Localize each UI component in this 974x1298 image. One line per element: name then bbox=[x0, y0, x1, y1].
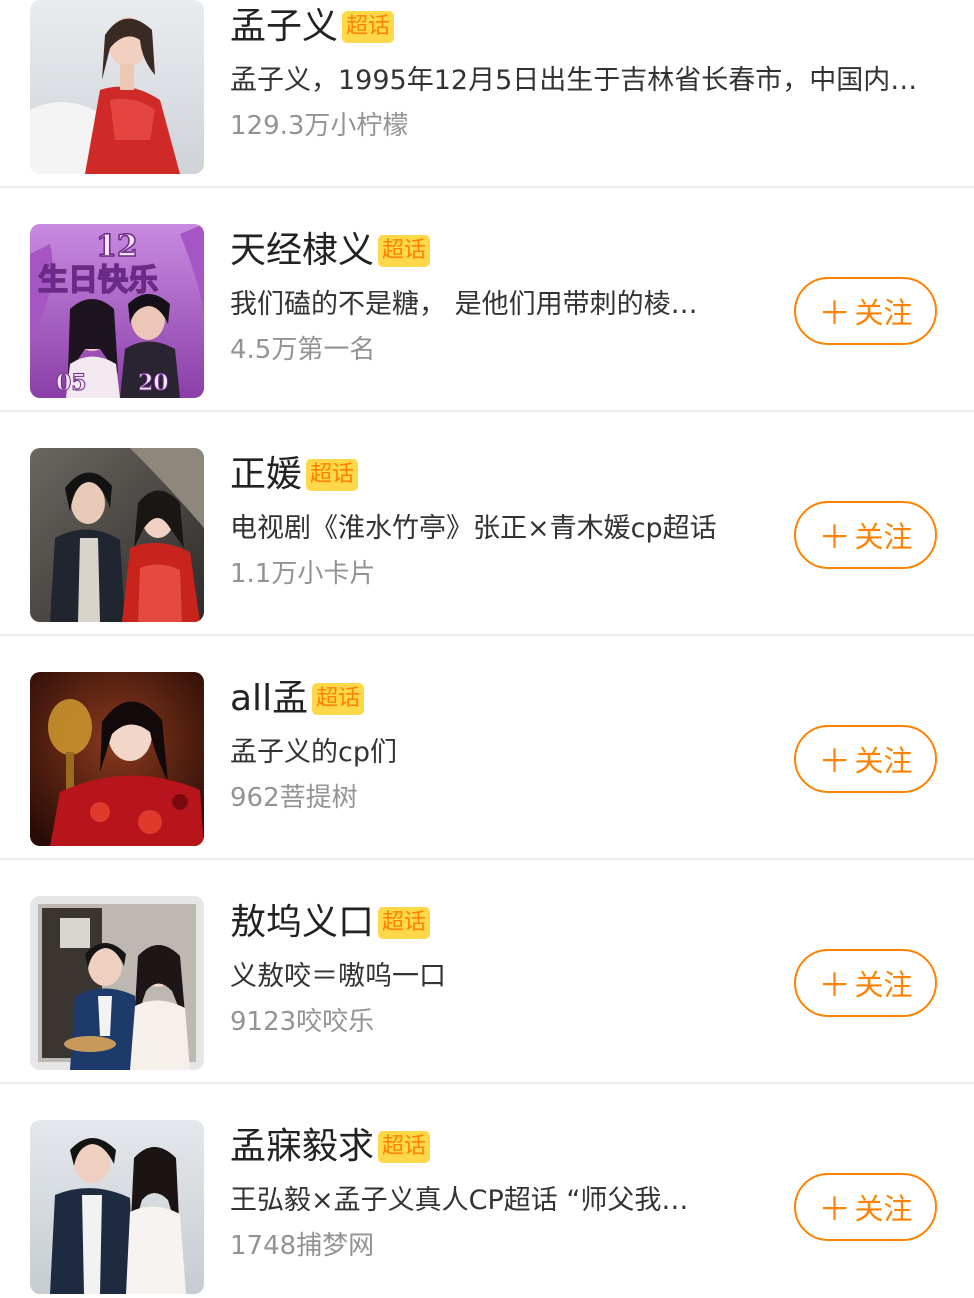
topic-thumbnail[interactable] bbox=[30, 672, 204, 846]
follow-label: 关注 bbox=[854, 296, 913, 330]
list-item[interactable]: 正媛 超话 电视剧《淮水竹亭》张正×青木媛cp超话 1.1万小卡片 ＋ 关注 bbox=[0, 412, 974, 636]
topic-description: 义敖咬＝嗷呜一口 bbox=[230, 961, 446, 992]
portrait-red-dress-image bbox=[30, 0, 204, 174]
topic-thumbnail[interactable] bbox=[30, 448, 204, 622]
topic-follower-count: 4.5万第一名 bbox=[230, 335, 376, 365]
list-item[interactable]: 敖坞义口 超话 义敖咬＝嗷呜一口 9123咬咬乐 ＋ 关注 bbox=[0, 860, 974, 1084]
topic-follower-count: 1748捕梦网 bbox=[230, 1231, 375, 1261]
topic-description: 电视剧《淮水竹亭》张正×青木媛cp超话 bbox=[230, 513, 717, 544]
topic-thumbnail[interactable] bbox=[30, 896, 204, 1070]
topic-description: 王弘毅×孟子义真人CP超话 “师父我… bbox=[230, 1185, 689, 1216]
follow-button[interactable]: ＋ 关注 bbox=[794, 501, 937, 569]
topic-thumbnail[interactable]: 12 生日快乐 05 20 bbox=[30, 224, 204, 398]
topic-description: 孟子义，1995年12月5日出生于吉林省长春市，中国内… bbox=[230, 65, 918, 96]
drama-couple-image bbox=[30, 448, 204, 622]
topic-info: 孟子义 超话 孟子义，1995年12月5日出生于吉林省长春市，中国内… 129.… bbox=[230, 2, 917, 144]
plus-icon: ＋ bbox=[818, 742, 851, 780]
topic-title[interactable]: 孟子义 bbox=[230, 2, 338, 52]
topic-info: all孟 超话 孟子义的cp们 962菩提树 bbox=[230, 674, 790, 816]
list-item[interactable]: 孟子义 超话 孟子义，1995年12月5日出生于吉林省长春市，中国内… 129.… bbox=[0, 0, 974, 188]
plus-icon: ＋ bbox=[818, 294, 851, 332]
poster-number: 12 bbox=[96, 229, 138, 264]
couple-standing-image bbox=[30, 1120, 204, 1294]
topic-follower-count: 129.3万小柠檬 bbox=[230, 111, 409, 141]
super-topic-badge: 超话 bbox=[306, 459, 359, 491]
topic-title[interactable]: 正媛 bbox=[230, 450, 302, 500]
topic-title[interactable]: 孟寐毅求 bbox=[230, 1122, 374, 1172]
list-item[interactable]: 孟寐毅求 超话 王弘毅×孟子义真人CP超话 “师父我… 1748捕梦网 ＋ 关注 bbox=[0, 1084, 974, 1298]
follow-label: 关注 bbox=[854, 1192, 913, 1226]
follow-button[interactable]: ＋ 关注 bbox=[794, 949, 937, 1017]
topic-thumbnail[interactable] bbox=[30, 1120, 204, 1294]
poster-caption: 生日快乐 bbox=[38, 263, 158, 298]
topic-info: 正媛 超话 电视剧《淮水竹亭》张正×青木媛cp超话 1.1万小卡片 bbox=[230, 450, 790, 592]
super-topic-badge: 超话 bbox=[378, 907, 431, 939]
follow-button[interactable]: ＋ 关注 bbox=[794, 277, 937, 345]
topic-title[interactable]: 天经棣义 bbox=[230, 226, 374, 276]
plus-icon: ＋ bbox=[818, 518, 851, 556]
topic-follower-count: 962菩提树 bbox=[230, 783, 358, 813]
super-topic-badge: 超话 bbox=[342, 11, 395, 43]
topic-thumbnail[interactable] bbox=[30, 0, 204, 174]
topic-info: 孟寐毅求 超话 王弘毅×孟子义真人CP超话 “师父我… 1748捕梦网 bbox=[230, 1122, 790, 1264]
topic-info: 天经棣义 超话 我们磕的不是糖， 是他们用带刺的棱… 4.5万第一名 bbox=[230, 226, 790, 368]
list-item[interactable]: 12 生日快乐 05 20 天经棣义 超话 我们磕的不是糖， 是他们用带刺的棱…… bbox=[0, 188, 974, 412]
plus-icon: ＋ bbox=[818, 1190, 851, 1228]
topic-follower-count: 9123咬咬乐 bbox=[230, 1007, 375, 1037]
list-item[interactable]: all孟 超话 孟子义的cp们 962菩提树 ＋ 关注 bbox=[0, 636, 974, 860]
follow-button[interactable]: ＋ 关注 bbox=[794, 725, 937, 793]
topic-description: 孟子义的cp们 bbox=[230, 737, 397, 768]
plus-icon: ＋ bbox=[818, 966, 851, 1004]
topic-description: 我们磕的不是糖， 是他们用带刺的棱… bbox=[230, 289, 698, 320]
poster-date-right: 20 bbox=[138, 370, 169, 396]
poster-date-left: 05 bbox=[56, 370, 87, 396]
follow-button[interactable]: ＋ 关注 bbox=[794, 1173, 937, 1241]
couple-photo-frame-image bbox=[30, 896, 204, 1070]
topic-follower-count: 1.1万小卡片 bbox=[230, 559, 376, 589]
red-costume-portrait-image bbox=[30, 672, 204, 846]
topic-title[interactable]: all孟 bbox=[230, 674, 308, 724]
super-topic-badge: 超话 bbox=[378, 235, 431, 267]
topic-info: 敖坞义口 超话 义敖咬＝嗷呜一口 9123咬咬乐 bbox=[230, 898, 790, 1040]
follow-label: 关注 bbox=[854, 744, 913, 778]
follow-label: 关注 bbox=[854, 520, 913, 554]
follow-label: 关注 bbox=[854, 968, 913, 1002]
super-topic-badge: 超话 bbox=[312, 683, 365, 715]
super-topic-list: 孟子义 超话 孟子义，1995年12月5日出生于吉林省长春市，中国内… 129.… bbox=[0, 0, 974, 1294]
super-topic-badge: 超话 bbox=[378, 1131, 431, 1163]
birthday-poster-image: 12 生日快乐 05 20 bbox=[30, 224, 204, 398]
topic-title[interactable]: 敖坞义口 bbox=[230, 898, 374, 948]
